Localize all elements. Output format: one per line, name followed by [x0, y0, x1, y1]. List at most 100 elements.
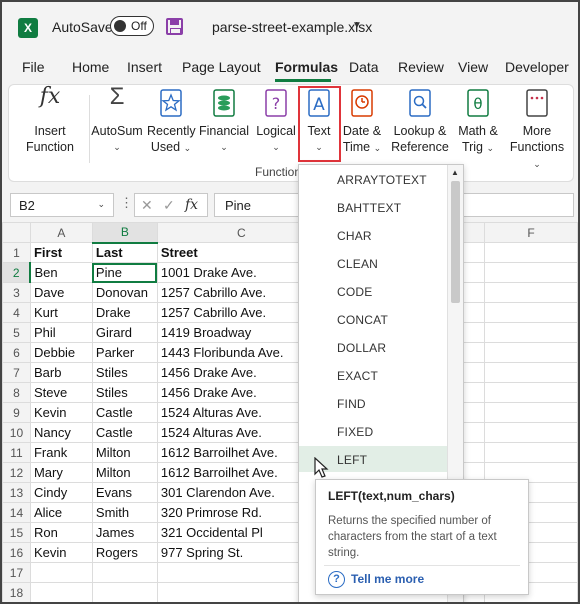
cell-b[interactable]: Girard [91, 322, 158, 343]
cell-f[interactable] [484, 442, 578, 463]
cell-a[interactable]: Barb [29, 362, 93, 383]
tab-formulas[interactable]: Formulas [275, 59, 338, 75]
row-header[interactable]: 2 [2, 262, 32, 283]
cell-a[interactable]: Ron [29, 522, 93, 543]
autosum-button[interactable]: Σ AutoSum ⌄ [91, 85, 143, 155]
tab-insert[interactable]: Insert [127, 59, 162, 75]
tab-view[interactable]: View [458, 59, 488, 75]
cell-a[interactable]: Mary [29, 462, 93, 483]
cell-f[interactable] [484, 382, 578, 403]
row-header[interactable]: 11 [2, 442, 31, 463]
row-header[interactable]: 8 [2, 382, 31, 403]
row-header[interactable]: 5 [2, 322, 31, 343]
row-header[interactable]: 12 [2, 462, 31, 483]
cell-a[interactable] [29, 582, 93, 602]
cell-a[interactable]: Kurt [29, 302, 93, 323]
cell-b[interactable]: Castle [91, 402, 158, 423]
autosave-toggle[interactable]: Off [110, 16, 154, 36]
help-icon[interactable]: ? [328, 571, 345, 588]
name-box[interactable]: B2 ⌄ [10, 193, 114, 217]
row-header[interactable]: 7 [2, 362, 31, 383]
cell-b[interactable]: James [91, 522, 158, 543]
cell-f[interactable] [484, 322, 578, 343]
date-time-button[interactable]: Date & Time ⌄ [339, 89, 385, 156]
row-header[interactable]: 9 [2, 402, 31, 423]
cell-b[interactable]: Rogers [91, 542, 158, 563]
cell-f[interactable] [484, 302, 578, 323]
cell-a[interactable]: First [29, 242, 93, 263]
recently-used-button[interactable]: Recently Used ⌄ [147, 89, 196, 156]
cell-a[interactable]: Cindy [29, 482, 93, 503]
cell-a[interactable]: Ben [29, 262, 93, 283]
function-item-code[interactable]: CODE [299, 278, 447, 304]
function-item-arraytotext[interactable]: ARRAYTOTEXT [299, 166, 447, 192]
function-item-bahttext[interactable]: BAHTTEXT [299, 194, 447, 220]
tab-data[interactable]: Data [349, 59, 379, 75]
corner-select-all[interactable] [2, 222, 31, 243]
cell-b[interactable]: Stiles [91, 362, 158, 383]
function-item-exact[interactable]: EXACT [299, 362, 447, 388]
function-item-dollar[interactable]: DOLLAR [299, 334, 447, 360]
row-header[interactable]: 14 [2, 502, 31, 523]
tell-me-more-link[interactable]: Tell me more [351, 572, 424, 586]
tab-developer[interactable]: Developer [505, 59, 569, 75]
cell-b[interactable]: Evans [91, 482, 158, 503]
cell-a[interactable]: Alice [29, 502, 93, 523]
column-header-a[interactable]: A [29, 222, 93, 243]
cell-b[interactable] [91, 562, 158, 583]
tab-file[interactable]: File [22, 59, 45, 75]
function-item-clean[interactable]: CLEAN [299, 250, 447, 276]
cell-b[interactable]: Pine [91, 262, 158, 283]
logical-button[interactable]: ? Logical ⌄ [253, 89, 299, 155]
cell-f[interactable] [484, 342, 578, 363]
cell-a[interactable]: Phil [29, 322, 93, 343]
cell-a[interactable]: Steve [29, 382, 93, 403]
row-header[interactable]: 1 [2, 242, 31, 263]
cell-a[interactable]: Frank [29, 442, 93, 463]
row-header[interactable]: 18 [2, 582, 31, 602]
cell-b[interactable]: Donovan [91, 282, 158, 303]
row-header[interactable]: 13 [2, 482, 31, 503]
cell-b[interactable]: Last [91, 242, 158, 263]
cell-f[interactable] [484, 422, 578, 443]
cell-b[interactable] [91, 582, 158, 602]
cell-b[interactable]: Milton [91, 442, 158, 463]
row-header[interactable]: 10 [2, 422, 31, 443]
tab-page-layout[interactable]: Page Layout [182, 59, 261, 75]
function-item-concat[interactable]: CONCAT [299, 306, 447, 332]
tab-review[interactable]: Review [398, 59, 444, 75]
cell-b[interactable]: Castle [91, 422, 158, 443]
more-dots-icon[interactable]: ⋮ [120, 195, 133, 211]
cell-f[interactable] [484, 362, 578, 383]
function-item-char[interactable]: CHAR [299, 222, 447, 248]
cell-f[interactable] [484, 282, 578, 303]
cell-b[interactable]: Smith [91, 502, 158, 523]
chevron-down-icon[interactable]: ⌄ [97, 199, 105, 210]
cell-a[interactable]: Kevin [29, 402, 93, 423]
column-header-b[interactable]: B [91, 222, 158, 244]
insert-function-fx-icon[interactable]: fx [185, 197, 198, 213]
cell-f[interactable] [484, 262, 578, 283]
cell-a[interactable]: Debbie [29, 342, 93, 363]
cell-f[interactable] [484, 402, 578, 423]
cell-a[interactable]: Dave [29, 282, 93, 303]
row-header[interactable]: 3 [2, 282, 31, 303]
cell-b[interactable]: Drake [91, 302, 158, 323]
cell-b[interactable]: Parker [91, 342, 158, 363]
save-icon[interactable] [166, 18, 183, 35]
financial-button[interactable]: Financial ⌄ [199, 89, 249, 155]
row-header[interactable]: 4 [2, 302, 31, 323]
tab-home[interactable]: Home [72, 59, 109, 75]
cell-a[interactable] [29, 562, 93, 583]
row-header[interactable]: 6 [2, 342, 31, 363]
cancel-icon[interactable]: ✕ [141, 197, 153, 214]
row-header[interactable]: 16 [2, 542, 31, 563]
scroll-thumb[interactable] [451, 181, 460, 303]
function-item-fixed[interactable]: FIXED [299, 418, 447, 444]
scroll-up-icon[interactable]: ▲ [451, 168, 459, 177]
cell-b[interactable]: Stiles [91, 382, 158, 403]
cell-a[interactable]: Nancy [29, 422, 93, 443]
cell-a[interactable]: Kevin [29, 542, 93, 563]
chevron-down-icon[interactable]: ▼ [352, 20, 362, 31]
cell-b[interactable]: Milton [91, 462, 158, 483]
